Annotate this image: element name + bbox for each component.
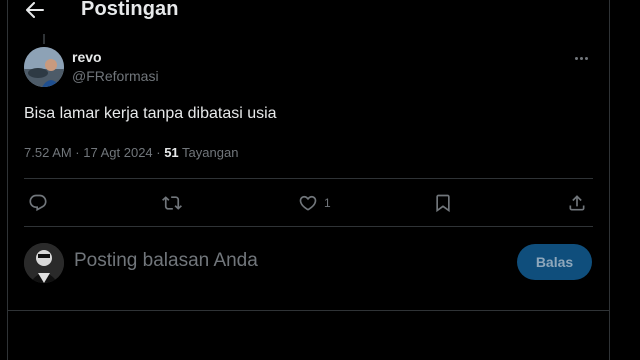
divider [24, 226, 593, 227]
reply-input[interactable] [74, 250, 494, 272]
heart-icon [299, 195, 317, 211]
author-info: revo @FReformasi [72, 49, 159, 86]
author-handle[interactable]: @FReformasi [72, 66, 159, 86]
page-title: Postingan [81, 0, 179, 20]
header: Postingan [8, 0, 609, 26]
bookmark-icon [436, 194, 450, 213]
more-dot [579, 56, 583, 60]
post-text: Bisa lamar kerja tanpa dibatasi usia [24, 105, 277, 122]
post-detail-column: Postingan revo @FReformasi Bisa lamar ke… [7, 0, 610, 360]
action-bar: 1 [24, 190, 593, 216]
back-button[interactable] [24, 0, 46, 20]
share-button[interactable] [567, 190, 587, 216]
views-count: 51 [164, 145, 179, 160]
like-button[interactable]: 1 [298, 190, 331, 216]
share-icon [569, 195, 585, 211]
bookmark-button[interactable] [433, 190, 453, 216]
retweet-icon [162, 196, 182, 210]
views-label: Tayangan [178, 145, 239, 160]
more-dot [574, 56, 578, 60]
thread-line [43, 34, 45, 44]
divider [24, 178, 593, 179]
post-timestamp[interactable]: 7.52 AM · 17 Agt 2024 · [24, 145, 164, 160]
avatar-photo [24, 47, 64, 87]
reply-submit-button[interactable]: Balas [517, 244, 592, 280]
retweet-button[interactable] [162, 190, 182, 216]
more-dot [584, 56, 588, 60]
more-options-button[interactable] [571, 50, 591, 66]
user-avatar[interactable] [24, 243, 64, 283]
like-count: 1 [324, 196, 331, 210]
author-avatar[interactable] [24, 47, 64, 87]
divider [8, 310, 609, 311]
post-meta: 7.52 AM · 17 Agt 2024 · 51 Tayangan [24, 144, 238, 162]
author-name[interactable]: revo [72, 49, 159, 65]
avatar-photo [24, 243, 64, 283]
reply-button[interactable] [28, 190, 48, 216]
arrow-left-icon [26, 2, 44, 18]
reply-icon [29, 194, 47, 212]
